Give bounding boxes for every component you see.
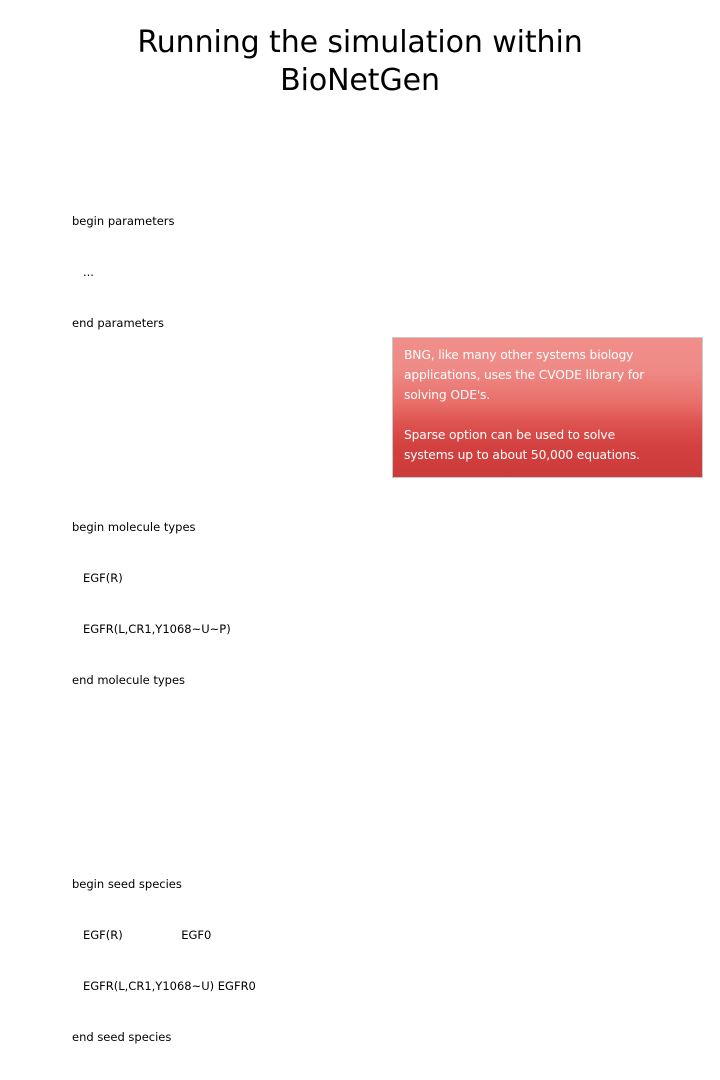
callout-note-cvode: BNG, like many other systems biology app… bbox=[393, 345, 702, 405]
code-spacer bbox=[72, 774, 672, 791]
code-line: end molecule types bbox=[72, 673, 186, 687]
page-title-line-2: BioNetGen bbox=[280, 63, 440, 98]
callout-note-line: Sparse option can be used to solve bbox=[404, 428, 615, 442]
code-line: EGFR(L,CR1,Y1068~U~P) bbox=[72, 622, 231, 636]
page-title-line-1: Running the simulation within bbox=[137, 25, 583, 60]
molecule-types-block: begin molecule types EGF(R) EGFR(L,CR1,Y… bbox=[72, 485, 672, 723]
code-line: ... bbox=[72, 265, 94, 279]
page-title: Running the simulation within BioNetGen bbox=[0, 24, 720, 100]
code-line: end seed species bbox=[72, 1030, 172, 1044]
callout-note-line: applications, uses the CVODE library for bbox=[404, 368, 645, 382]
callout-note-line: systems up to about 50,000 equations. bbox=[404, 448, 640, 462]
model-code-listing: begin parameters ... end parameters begi… bbox=[72, 128, 672, 1080]
callout-note-line: BNG, like many other systems biology bbox=[404, 348, 634, 362]
seed-species-block: begin seed species EGF(R) EGF0 EGFR(L,CR… bbox=[72, 842, 672, 1080]
code-line: end parameters bbox=[72, 316, 165, 330]
code-line: EGFR(L,CR1,Y1068~U) EGFR0 bbox=[72, 979, 256, 993]
code-line: EGF(R) EGF0 bbox=[72, 928, 212, 942]
callout-note-line: solving ODE's. bbox=[404, 388, 491, 402]
code-line: EGF(R) bbox=[72, 571, 123, 585]
code-line: begin parameters bbox=[72, 214, 175, 228]
code-line: begin molecule types bbox=[72, 520, 196, 534]
callout-panel: BNG, like many other systems biology app… bbox=[392, 337, 703, 478]
callout-note-sparse: Sparse option can be used to solve syste… bbox=[393, 425, 702, 465]
code-line: begin seed species bbox=[72, 877, 182, 891]
